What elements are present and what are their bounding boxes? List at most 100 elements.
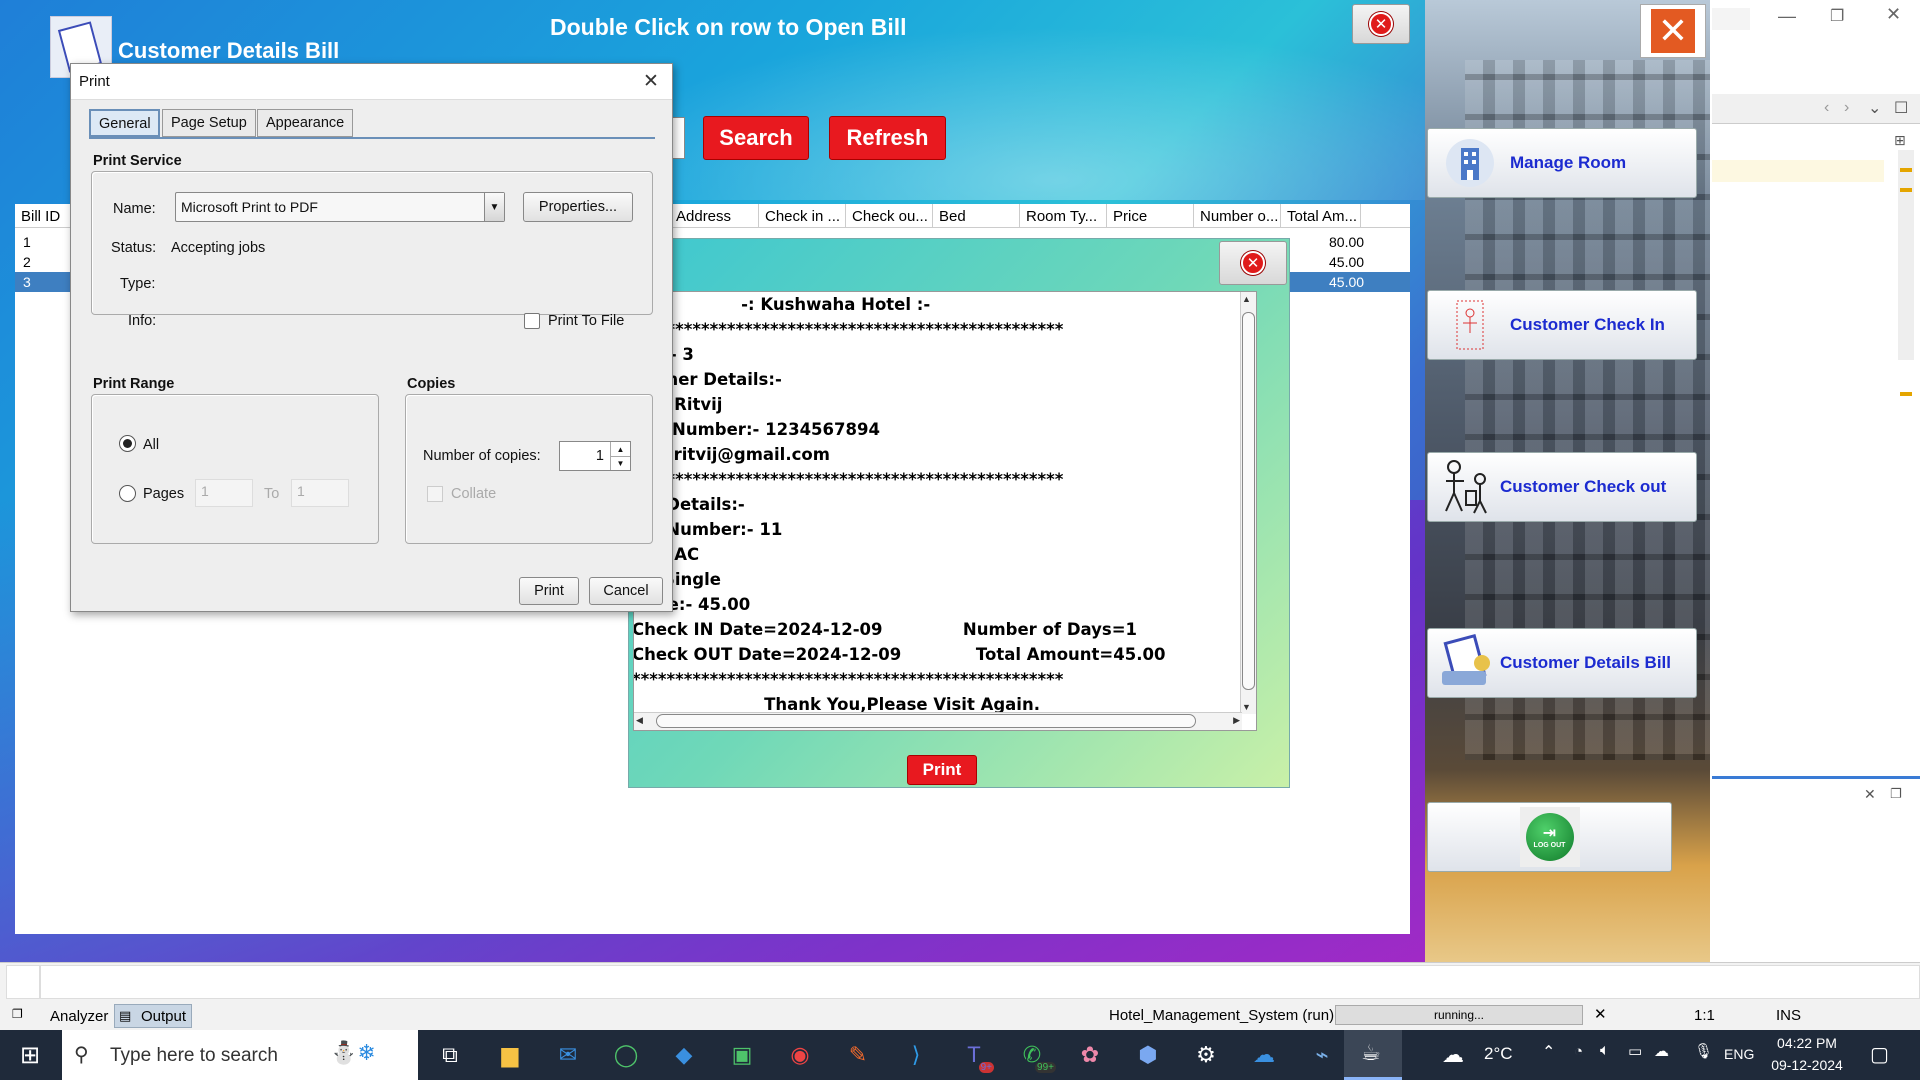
- close-window-button[interactable]: ✕: [1352, 4, 1410, 44]
- mysql-icon[interactable]: ⌁: [1306, 1039, 1338, 1071]
- collate-checkbox[interactable]: [427, 486, 443, 502]
- close-icon[interactable]: ✕: [1864, 786, 1876, 803]
- col-price[interactable]: Price: [1107, 204, 1194, 228]
- bill-close-button[interactable]: ✕: [1219, 241, 1287, 285]
- grid-icon[interactable]: ⊞: [1894, 132, 1906, 149]
- refresh-button[interactable]: Refresh: [829, 116, 946, 160]
- vertical-scrollbar[interactable]: ▲ ▼: [1240, 292, 1256, 714]
- editor-scrollbar[interactable]: [1898, 150, 1914, 360]
- task-view-icon[interactable]: ⧉: [434, 1039, 466, 1071]
- to-label: To: [264, 486, 280, 502]
- tab-general[interactable]: General: [89, 109, 160, 137]
- chrome-icon[interactable]: ◉: [784, 1039, 816, 1071]
- whatsapp-icon[interactable]: ✆ 99+: [1016, 1039, 1056, 1073]
- clock-time[interactable]: 04:22 PM: [1772, 1035, 1842, 1051]
- status-label: Status:: [111, 240, 157, 256]
- logout-button[interactable]: ⇥ LOG OUT: [1427, 802, 1672, 872]
- restore-icon[interactable]: ❐: [1890, 786, 1902, 802]
- mail-icon[interactable]: ✉: [552, 1039, 584, 1071]
- sheet-app-icon[interactable]: ▣: [726, 1039, 758, 1071]
- col-check-in[interactable]: Check in ...: [759, 204, 846, 228]
- paint-icon[interactable]: ✿: [1074, 1039, 1106, 1071]
- manage-room-button[interactable]: Manage Room: [1427, 128, 1697, 198]
- editor-current-line: [1712, 160, 1884, 182]
- vscode-icon[interactable]: ⟩: [900, 1039, 932, 1071]
- chevron-down-icon[interactable]: ▼: [484, 193, 504, 221]
- pen-app-icon[interactable]: ✎: [842, 1039, 874, 1071]
- output-tab[interactable]: ▤ Output: [114, 1004, 192, 1028]
- restore-icon[interactable]: ❐: [1830, 6, 1844, 26]
- customer-check-out-button[interactable]: Customer Check out: [1427, 452, 1697, 522]
- search-input[interactable]: [672, 117, 685, 159]
- col-bed[interactable]: Bed: [933, 204, 1020, 228]
- col-total[interactable]: Total Am...: [1281, 204, 1361, 228]
- java-app-active[interactable]: ☕: [1344, 1030, 1402, 1080]
- cell-total: 45.00: [1329, 274, 1365, 290]
- restore-icon[interactable]: ❐: [12, 1007, 23, 1021]
- cancel-button[interactable]: Cancel: [589, 577, 663, 605]
- tab-page-setup[interactable]: Page Setup: [162, 109, 256, 137]
- properties-button[interactable]: Properties...: [523, 192, 633, 222]
- clock-date[interactable]: 09-12-2024: [1768, 1057, 1846, 1073]
- bill-print-button[interactable]: Print: [907, 755, 977, 785]
- weather-temp[interactable]: 2°C: [1484, 1044, 1513, 1064]
- close-icon[interactable]: ✕: [643, 70, 659, 93]
- docker-icon[interactable]: ☁: [1248, 1039, 1280, 1071]
- chevron-up-icon[interactable]: ⌃: [1542, 1042, 1555, 1062]
- bill-text-area[interactable]: -: Kushwaha Hotel :- *******************…: [633, 291, 1257, 731]
- customer-check-in-button[interactable]: Customer Check In: [1427, 290, 1697, 360]
- pages-radio[interactable]: [119, 485, 136, 502]
- tab-appearance[interactable]: Appearance: [257, 109, 353, 137]
- print-to-file-checkbox[interactable]: [524, 313, 540, 329]
- search-button[interactable]: Search: [703, 116, 809, 160]
- col-address[interactable]: Address: [670, 204, 759, 228]
- copies-spinner[interactable]: 1 ▲ ▼: [559, 441, 631, 471]
- pages-from-input[interactable]: 1: [195, 479, 253, 507]
- microphone-icon[interactable]: 🎙︎: [1694, 1042, 1713, 1060]
- analyzer-tab[interactable]: Analyzer: [50, 1008, 108, 1025]
- print-dialog: Print ✕ General Page Setup Appearance Pr…: [70, 63, 673, 612]
- stop-run-icon[interactable]: ✕: [1594, 1005, 1607, 1023]
- col-room-type[interactable]: Room Ty...: [1020, 204, 1107, 228]
- wifi-icon[interactable]: ◔: [1574, 1043, 1583, 1060]
- maximize-icon[interactable]: ☐: [1894, 98, 1908, 118]
- close-icon[interactable]: ✕: [1886, 4, 1901, 25]
- increment-icon[interactable]: ▲: [610, 442, 630, 456]
- nav-close-button[interactable]: ✕: [1640, 4, 1706, 58]
- printer-select[interactable]: Microsoft Print to PDF ▼: [175, 192, 505, 222]
- volume-icon[interactable]: 🔈︎: [1600, 1042, 1610, 1060]
- shield-app-icon[interactable]: ◆: [668, 1039, 700, 1071]
- box-app-icon[interactable]: ⬢: [1132, 1039, 1164, 1071]
- app-circle-icon[interactable]: ◯: [610, 1039, 642, 1071]
- notifications-icon[interactable]: ▢: [1870, 1042, 1889, 1067]
- insert-mode: INS: [1776, 1007, 1802, 1024]
- navigation-panel: Manage Room Customer Check In Customer C…: [1425, 0, 1710, 962]
- minimize-icon[interactable]: —: [1778, 6, 1796, 27]
- file-explorer-icon[interactable]: ▆: [494, 1039, 526, 1071]
- output-area[interactable]: [40, 965, 1920, 999]
- teams-icon[interactable]: T 9+: [958, 1039, 994, 1073]
- output-window-icon: [6, 965, 40, 999]
- windows-start-icon[interactable]: ⊞: [14, 1039, 46, 1071]
- settings-icon[interactable]: ⚙: [1190, 1039, 1222, 1071]
- language-indicator[interactable]: ENG: [1724, 1046, 1754, 1062]
- close-icon: ✕: [1651, 9, 1695, 53]
- horizontal-scrollbar[interactable]: ◀ ▶: [634, 712, 1242, 730]
- onedrive-icon[interactable]: ☁: [1654, 1042, 1669, 1060]
- ide-status-bar: ❐ Analyzer ▤ Output Hotel_Management_Sys…: [0, 962, 1920, 1030]
- customer-details-bill-button[interactable]: Customer Details Bill: [1427, 628, 1697, 698]
- pages-label: Pages: [143, 486, 185, 502]
- bill-text: -: Kushwaha Hotel :- *******************…: [633, 295, 1166, 714]
- col-days[interactable]: Number o...: [1194, 204, 1281, 228]
- chevron-right-icon[interactable]: ›: [1844, 99, 1849, 117]
- battery-icon[interactable]: ▭: [1628, 1042, 1642, 1060]
- customer-check-in-label: Customer Check In: [1510, 315, 1665, 334]
- decrement-icon[interactable]: ▼: [610, 456, 630, 470]
- print-button[interactable]: Print: [519, 577, 579, 605]
- taskbar-search-box[interactable]: ⚲ Type here to search ⛄❄: [62, 1030, 418, 1080]
- chevron-left-icon[interactable]: ‹: [1824, 99, 1829, 117]
- col-check-out[interactable]: Check ou...: [846, 204, 933, 228]
- pages-to-input[interactable]: 1: [291, 479, 349, 507]
- all-radio[interactable]: [119, 435, 136, 452]
- chevron-down-icon[interactable]: ⌄: [1868, 98, 1881, 118]
